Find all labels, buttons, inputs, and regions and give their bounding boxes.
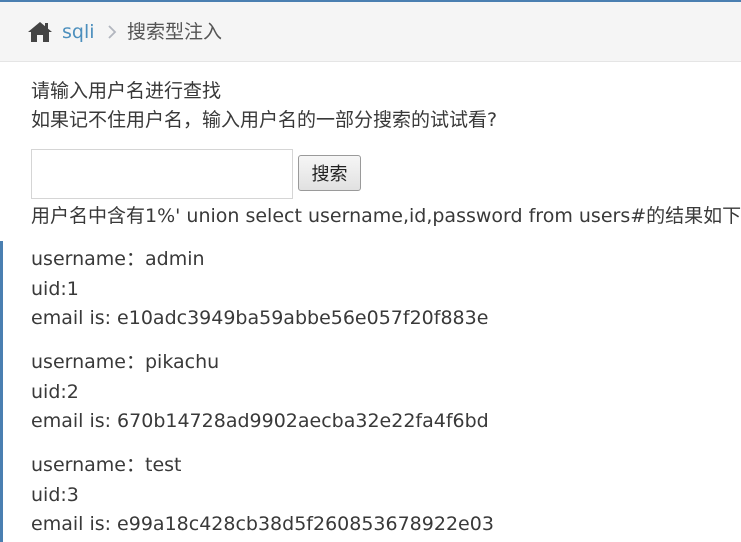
breadcrumb-link-sqli[interactable]: sqli [62,20,95,44]
intro-line-1: 请输入用户名进行查找 [31,80,222,102]
result-email: email is: 670b14728ad9902aecba32e22fa4f6… [31,410,489,432]
result-uid: uid:3 [31,484,79,506]
chevron-right-icon [108,25,117,39]
breadcrumb: sqli 搜索型注入 [0,2,741,62]
home-icon[interactable] [27,20,53,44]
page: sqli 搜索型注入 请输入用户名进行查找 如果记不住用户名，输入用户名的一部分… [0,0,741,542]
result-username: username：pikachu [31,351,220,373]
result-uid: uid:2 [31,381,79,403]
search-button[interactable]: 搜索 [298,155,361,191]
result-username: username：test [31,454,182,476]
results-accent-bar [0,241,3,542]
search-input[interactable] [31,149,293,199]
result-email: email is: e10adc3949ba59abbe56e057f20f88… [31,307,489,329]
breadcrumb-current: 搜索型注入 [127,21,223,43]
result-username: username：admin [31,248,205,270]
intro-line-2: 如果记不住用户名，输入用户名的一部分搜索的试试看? [31,109,498,131]
result-email: email is: e99a18c428cb38d5f260853678922e… [31,513,494,535]
result-heading: 用户名中含有1%' union select username,id,passw… [31,205,741,227]
result-uid: uid:1 [31,278,79,300]
